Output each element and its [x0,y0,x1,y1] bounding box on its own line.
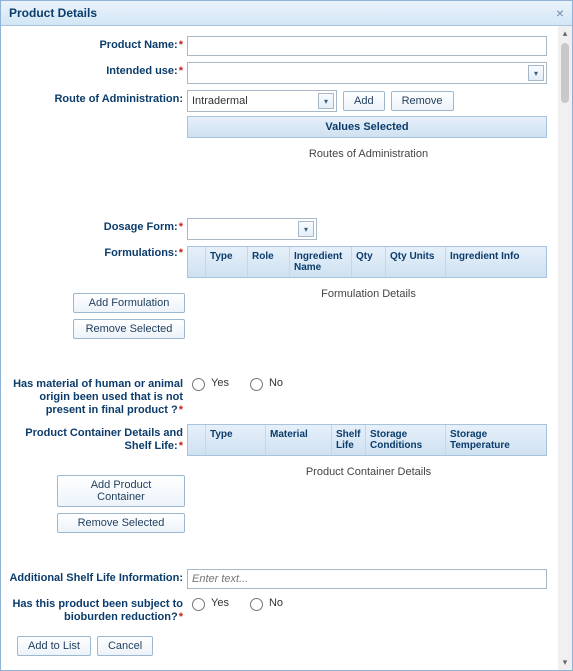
route-remove-button[interactable]: Remove [391,91,454,111]
scroll-down-icon[interactable]: ▾ [563,657,568,668]
formulation-caption: Formulation Details [187,288,550,300]
chevron-down-icon[interactable]: ▾ [298,221,314,237]
chevron-down-icon[interactable]: ▾ [318,93,334,109]
intended-use-label: Intended use: [106,65,178,77]
required-icon: * [179,404,183,416]
dosage-form-combo[interactable]: ▾ [187,218,317,240]
bioburden-yes-radio[interactable]: Yes [187,595,229,611]
bioburden-label: Has this product been subject to bioburd… [12,598,183,623]
origin-no-radio[interactable]: No [245,375,283,391]
addl-shelf-input[interactable] [187,569,547,589]
required-icon: * [179,611,183,623]
container-table-header: Type Material Shelf Life Storage Conditi… [187,424,547,456]
route-admin-label: Route of Administration: [54,93,183,105]
formulations-label: Formulations: [104,247,177,259]
bioburden-no-radio[interactable]: No [245,595,283,611]
add-container-button[interactable]: Add Product Container [57,475,185,507]
container-caption: Product Container Details [187,466,550,478]
add-formulation-button[interactable]: Add Formulation [73,293,185,313]
origin-question-label: Has material of human or animal origin b… [13,378,183,416]
required-icon: * [179,247,183,259]
scroll-up-icon[interactable]: ▴ [563,28,568,39]
close-icon[interactable]: × [556,5,564,21]
add-to-list-button[interactable]: Add to List [17,636,91,656]
cancel-button[interactable]: Cancel [97,636,153,656]
route-admin-combo[interactable]: Intradermal ▾ [187,90,337,112]
chevron-down-icon[interactable]: ▾ [528,65,544,81]
remove-formulation-button[interactable]: Remove Selected [73,319,185,339]
required-icon: * [179,440,183,452]
routes-caption: Routes of Administration [187,148,550,160]
dosage-form-label: Dosage Form: [104,221,178,233]
product-name-label: Product Name: [99,39,177,51]
addl-shelf-label: Additional Shelf Life Information: [9,572,183,584]
required-icon: * [179,221,183,233]
vertical-scrollbar[interactable]: ▴ ▾ [558,26,572,670]
route-add-button[interactable]: Add [343,91,385,111]
formulation-table-header: Type Role Ingredient Name Qty Qty Units … [187,246,547,278]
intended-use-combo[interactable]: ▾ [187,62,547,84]
scrollbar-thumb[interactable] [561,43,569,103]
product-name-input[interactable] [187,36,547,56]
required-icon: * [179,65,183,77]
origin-yes-radio[interactable]: Yes [187,375,229,391]
remove-container-button[interactable]: Remove Selected [57,513,185,533]
route-admin-value: Intradermal [192,95,248,107]
container-label: Product Container Details and Shelf Life… [25,427,183,452]
values-selected-header: Values Selected [187,116,547,138]
dialog-title: Product Details [9,6,97,20]
required-icon: * [179,39,183,51]
